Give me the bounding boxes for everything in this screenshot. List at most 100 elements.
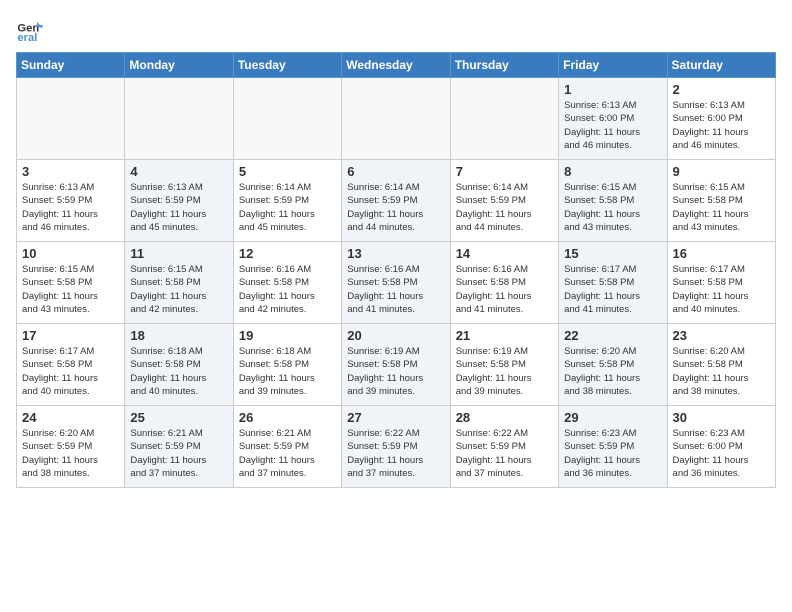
day-number: 17 [22, 328, 119, 343]
day-number: 14 [456, 246, 553, 261]
calendar-cell [125, 78, 233, 160]
day-number: 7 [456, 164, 553, 179]
page-header: Gen eral [16, 16, 776, 44]
day-number: 11 [130, 246, 227, 261]
calendar-cell: 24 Sunrise: 6:20 AM Sunset: 5:59 PM Dayli… [17, 406, 125, 488]
calendar-cell: 18 Sunrise: 6:18 AM Sunset: 5:58 PM Dayli… [125, 324, 233, 406]
day-info: Sunrise: 6:20 AM Sunset: 5:59 PM Dayligh… [22, 427, 119, 480]
day-number: 19 [239, 328, 336, 343]
calendar-cell: 11 Sunrise: 6:15 AM Sunset: 5:58 PM Dayli… [125, 242, 233, 324]
calendar-cell: 17 Sunrise: 6:17 AM Sunset: 5:58 PM Dayli… [17, 324, 125, 406]
day-number: 4 [130, 164, 227, 179]
calendar-cell: 1 Sunrise: 6:13 AM Sunset: 6:00 PM Daylig… [559, 78, 667, 160]
day-info: Sunrise: 6:17 AM Sunset: 5:58 PM Dayligh… [22, 345, 119, 398]
day-number: 16 [673, 246, 770, 261]
logo-icon: Gen eral [16, 16, 44, 44]
day-info: Sunrise: 6:15 AM Sunset: 5:58 PM Dayligh… [130, 263, 227, 316]
calendar-cell: 5 Sunrise: 6:14 AM Sunset: 5:59 PM Daylig… [233, 160, 341, 242]
day-number: 30 [673, 410, 770, 425]
calendar-cell: 26Sunrise: 6:21 AM Sunset: 5:59 PM Dayli… [233, 406, 341, 488]
calendar-cell: 27Sunrise: 6:22 AM Sunset: 5:59 PM Dayli… [342, 406, 450, 488]
day-info: Sunrise: 6:19 AM Sunset: 5:58 PM Dayligh… [456, 345, 553, 398]
day-info: Sunrise: 6:14 AM Sunset: 5:59 PM Dayligh… [456, 181, 553, 234]
day-number: 27 [347, 410, 444, 425]
calendar-cell: 4 Sunrise: 6:13 AM Sunset: 5:59 PM Daylig… [125, 160, 233, 242]
calendar-cell: 6 Sunrise: 6:14 AM Sunset: 5:59 PM Daylig… [342, 160, 450, 242]
day-info: Sunrise: 6:13 AM Sunset: 5:59 PM Dayligh… [22, 181, 119, 234]
calendar-cell: 14 Sunrise: 6:16 AM Sunset: 5:58 PM Dayli… [450, 242, 558, 324]
day-number: 8 [564, 164, 661, 179]
day-info: Sunrise: 6:14 AM Sunset: 5:59 PM Dayligh… [347, 181, 444, 234]
day-info: Sunrise: 6:15 AM Sunset: 5:58 PM Dayligh… [564, 181, 661, 234]
calendar-cell: 8 Sunrise: 6:15 AM Sunset: 5:58 PM Daylig… [559, 160, 667, 242]
calendar-cell: 23 Sunrise: 6:20 AM Sunset: 5:58 PM Dayli… [667, 324, 775, 406]
weekday-header-monday: Monday [125, 53, 233, 78]
day-info: Sunrise: 6:16 AM Sunset: 5:58 PM Dayligh… [239, 263, 336, 316]
weekday-header-tuesday: Tuesday [233, 53, 341, 78]
weekday-header-friday: Friday [559, 53, 667, 78]
day-info: Sunrise: 6:13 AM Sunset: 6:00 PM Dayligh… [564, 99, 661, 152]
calendar-cell [450, 78, 558, 160]
calendar-cell: 12 Sunrise: 6:16 AM Sunset: 5:58 PM Dayli… [233, 242, 341, 324]
calendar-cell: 21 Sunrise: 6:19 AM Sunset: 5:58 PM Dayli… [450, 324, 558, 406]
day-number: 21 [456, 328, 553, 343]
day-number: 29 [564, 410, 661, 425]
calendar-cell: 25 Sunrise: 6:21 AM Sunset: 5:59 PM Dayli… [125, 406, 233, 488]
day-info: Sunrise: 6:18 AM Sunset: 5:58 PM Dayligh… [130, 345, 227, 398]
calendar-cell: 3 Sunrise: 6:13 AM Sunset: 5:59 PM Daylig… [17, 160, 125, 242]
day-number: 28 [456, 410, 553, 425]
day-info: Sunrise: 6:15 AM Sunset: 5:58 PM Dayligh… [673, 181, 770, 234]
calendar-cell: 16 Sunrise: 6:17 AM Sunset: 5:58 PM Dayli… [667, 242, 775, 324]
weekday-header-thursday: Thursday [450, 53, 558, 78]
day-info: Sunrise: 6:17 AM Sunset: 5:58 PM Dayligh… [564, 263, 661, 316]
day-info: Sunrise: 6:13 AM Sunset: 5:59 PM Dayligh… [130, 181, 227, 234]
day-number: 13 [347, 246, 444, 261]
calendar-cell [233, 78, 341, 160]
day-number: 1 [564, 82, 661, 97]
calendar-cell: 2Sunrise: 6:13 AM Sunset: 6:00 PM Daylig… [667, 78, 775, 160]
day-number: 15 [564, 246, 661, 261]
day-info: Sunrise: 6:20 AM Sunset: 5:58 PM Dayligh… [673, 345, 770, 398]
day-number: 24 [22, 410, 119, 425]
calendar-cell [342, 78, 450, 160]
calendar-cell: 28 Sunrise: 6:22 AM Sunset: 5:59 PM Dayli… [450, 406, 558, 488]
day-info: Sunrise: 6:23 AM Sunset: 5:59 PM Dayligh… [564, 427, 661, 480]
day-number: 10 [22, 246, 119, 261]
calendar-cell: 20Sunrise: 6:19 AM Sunset: 5:58 PM Dayli… [342, 324, 450, 406]
calendar-cell: 7 Sunrise: 6:14 AM Sunset: 5:59 PM Daylig… [450, 160, 558, 242]
calendar-cell: 15 Sunrise: 6:17 AM Sunset: 5:58 PM Dayli… [559, 242, 667, 324]
day-number: 12 [239, 246, 336, 261]
day-info: Sunrise: 6:14 AM Sunset: 5:59 PM Dayligh… [239, 181, 336, 234]
day-info: Sunrise: 6:20 AM Sunset: 5:58 PM Dayligh… [564, 345, 661, 398]
day-info: Sunrise: 6:23 AM Sunset: 6:00 PM Dayligh… [673, 427, 770, 480]
day-number: 2 [673, 82, 770, 97]
day-number: 18 [130, 328, 227, 343]
calendar-cell: 30 Sunrise: 6:23 AM Sunset: 6:00 PM Dayli… [667, 406, 775, 488]
calendar-cell: 22Sunrise: 6:20 AM Sunset: 5:58 PM Dayli… [559, 324, 667, 406]
calendar-cell: 19 Sunrise: 6:18 AM Sunset: 5:58 PM Dayli… [233, 324, 341, 406]
day-number: 3 [22, 164, 119, 179]
logo: Gen eral [16, 16, 46, 44]
calendar-table: SundayMondayTuesdayWednesdayThursdayFrid… [16, 52, 776, 488]
day-number: 6 [347, 164, 444, 179]
day-info: Sunrise: 6:21 AM Sunset: 5:59 PM Dayligh… [130, 427, 227, 480]
weekday-header-saturday: Saturday [667, 53, 775, 78]
day-info: Sunrise: 6:22 AM Sunset: 5:59 PM Dayligh… [456, 427, 553, 480]
day-info: Sunrise: 6:17 AM Sunset: 5:58 PM Dayligh… [673, 263, 770, 316]
svg-text:eral: eral [17, 32, 37, 44]
calendar-cell: 10Sunrise: 6:15 AM Sunset: 5:58 PM Dayli… [17, 242, 125, 324]
calendar-cell: 13 Sunrise: 6:16 AM Sunset: 5:58 PM Dayli… [342, 242, 450, 324]
day-number: 9 [673, 164, 770, 179]
day-info: Sunrise: 6:16 AM Sunset: 5:58 PM Dayligh… [456, 263, 553, 316]
weekday-header-wednesday: Wednesday [342, 53, 450, 78]
calendar-cell: 29 Sunrise: 6:23 AM Sunset: 5:59 PM Dayli… [559, 406, 667, 488]
day-number: 23 [673, 328, 770, 343]
day-info: Sunrise: 6:16 AM Sunset: 5:58 PM Dayligh… [347, 263, 444, 316]
calendar-cell: 9 Sunrise: 6:15 AM Sunset: 5:58 PM Daylig… [667, 160, 775, 242]
day-info: Sunrise: 6:21 AM Sunset: 5:59 PM Dayligh… [239, 427, 336, 480]
day-info: Sunrise: 6:18 AM Sunset: 5:58 PM Dayligh… [239, 345, 336, 398]
weekday-header-sunday: Sunday [17, 53, 125, 78]
calendar-cell [17, 78, 125, 160]
day-number: 25 [130, 410, 227, 425]
day-number: 5 [239, 164, 336, 179]
